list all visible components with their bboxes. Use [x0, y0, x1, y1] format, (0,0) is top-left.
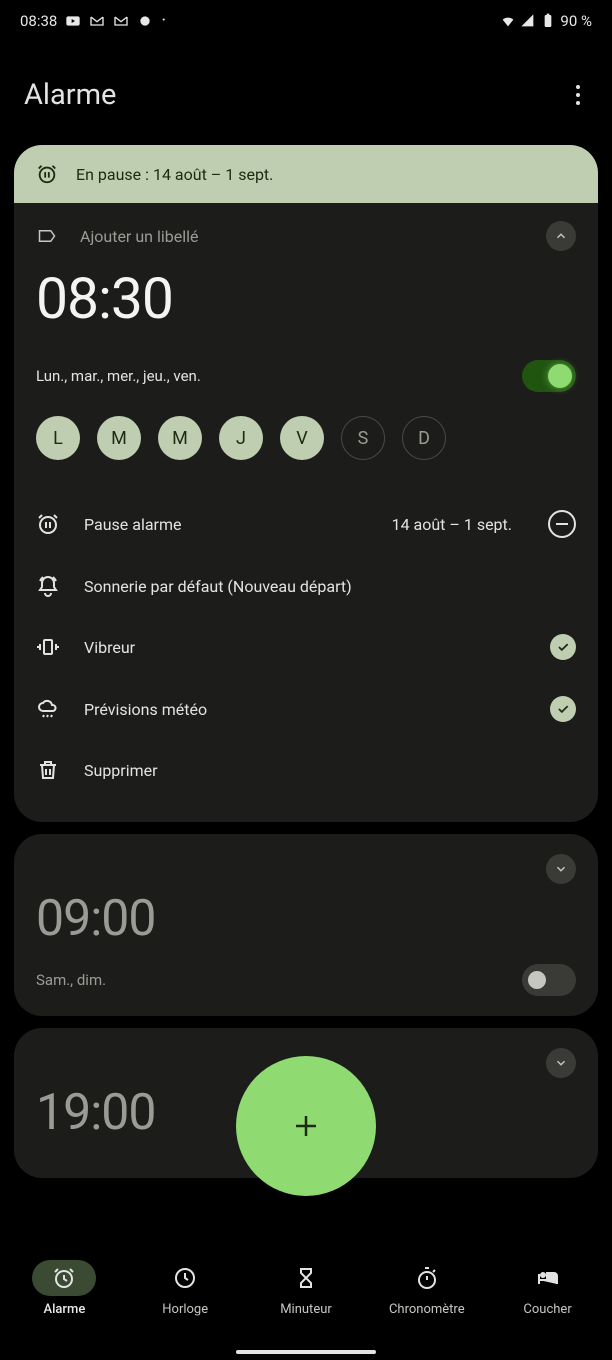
nav-stopwatch[interactable]: Chronomètre [366, 1260, 487, 1317]
alarm-toggle[interactable] [522, 360, 576, 392]
expand-button[interactable] [546, 854, 576, 884]
day-chip-sat[interactable]: S [341, 416, 385, 460]
nav-label: Minuteur [280, 1302, 332, 1317]
delete-row[interactable]: Supprimer [36, 740, 576, 800]
nav-label: Alarme [43, 1302, 85, 1317]
notification-icon [137, 13, 153, 29]
nav-timer[interactable]: Minuteur [246, 1260, 367, 1317]
expand-button[interactable] [546, 1048, 576, 1078]
nav-clock[interactable]: Horloge [125, 1260, 246, 1317]
hourglass-icon [294, 1266, 318, 1290]
add-alarm-button[interactable] [236, 1056, 376, 1196]
status-bar: 08:38 · 90 % [0, 0, 612, 37]
bed-icon [536, 1266, 560, 1290]
vibrate-icon [36, 635, 60, 659]
gmail-icon [113, 13, 129, 29]
home-indicator[interactable] [236, 1350, 376, 1354]
day-chip-fri[interactable]: V [280, 416, 324, 460]
overflow-menu-button[interactable] [568, 77, 588, 113]
pause-banner[interactable]: En pause : 14 août – 1 sept. [14, 145, 598, 203]
plus-icon [291, 1111, 321, 1141]
alarm-icon [52, 1266, 76, 1290]
page-title: Alarme [24, 78, 116, 112]
alarm-days-summary: Lun., mar., mer., jeu., ven. [36, 367, 201, 385]
more-notifications: · [161, 10, 166, 31]
trash-icon [36, 758, 60, 782]
day-chip-wed[interactable]: M [158, 416, 202, 460]
day-chip-tue[interactable]: M [97, 416, 141, 460]
ringtone-label: Sonnerie par défaut (Nouveau départ) [84, 577, 576, 596]
chevron-down-icon [554, 1056, 568, 1070]
page-header: Alarme [0, 37, 612, 145]
nav-bedtime[interactable]: Coucher [487, 1260, 608, 1317]
pause-alarm-label: Pause alarme [84, 515, 368, 534]
bell-icon [36, 574, 60, 598]
label-icon [36, 227, 58, 245]
chevron-up-icon [554, 229, 568, 243]
add-label-button[interactable]: Ajouter un libellé [80, 227, 198, 246]
alarm-time[interactable]: 09:00 [36, 890, 576, 948]
collapse-button[interactable] [546, 221, 576, 251]
nav-alarm[interactable]: Alarme [4, 1260, 125, 1317]
stopwatch-icon [415, 1266, 439, 1290]
alarm-pause-icon [36, 512, 60, 536]
gmail-icon [89, 13, 105, 29]
youtube-icon [65, 13, 81, 29]
alarm-pause-icon [36, 163, 58, 185]
alarm-card-expanded: En pause : 14 août – 1 sept. Ajouter un … [14, 145, 598, 822]
battery-icon [540, 13, 556, 29]
delete-label: Supprimer [84, 761, 576, 780]
weather-row[interactable]: Prévisions météo [36, 678, 576, 740]
pause-banner-text: En pause : 14 août – 1 sept. [76, 165, 273, 184]
vibrate-check[interactable] [550, 634, 576, 660]
status-time: 08:38 [20, 12, 57, 30]
day-chip-mon[interactable]: L [36, 416, 80, 460]
day-chip-thu[interactable]: J [219, 416, 263, 460]
alarm-card-collapsed[interactable]: 09:00 Sam., dim. [14, 834, 598, 1016]
pause-alarm-value: 14 août – 1 sept. [392, 515, 512, 534]
bottom-nav: Alarme Horloge Minuteur Chronomètre Couc… [0, 1250, 612, 1360]
weather-icon [36, 697, 60, 721]
alarm-toggle[interactable] [522, 964, 576, 996]
alarm-days-summary: Sam., dim. [36, 971, 106, 989]
wifi-icon [500, 13, 516, 29]
chevron-down-icon [554, 862, 568, 876]
day-selector: L M M J V S D [36, 416, 576, 460]
remove-pause-button[interactable] [548, 510, 576, 538]
pause-alarm-row[interactable]: Pause alarme 14 août – 1 sept. [36, 492, 576, 556]
vibrate-row[interactable]: Vibreur [36, 616, 576, 678]
nav-label: Horloge [162, 1302, 208, 1317]
weather-check[interactable] [550, 696, 576, 722]
nav-label: Chronomètre [389, 1302, 465, 1317]
weather-label: Prévisions météo [84, 700, 526, 719]
alarm-time[interactable]: 08:30 [36, 265, 576, 332]
vibrate-label: Vibreur [84, 638, 526, 657]
day-chip-sun[interactable]: D [402, 416, 446, 460]
ringtone-row[interactable]: Sonnerie par défaut (Nouveau départ) [36, 556, 576, 616]
clock-icon [173, 1266, 197, 1290]
signal-icon [520, 13, 536, 29]
battery-percent: 90 % [560, 12, 592, 30]
nav-label: Coucher [523, 1302, 571, 1317]
